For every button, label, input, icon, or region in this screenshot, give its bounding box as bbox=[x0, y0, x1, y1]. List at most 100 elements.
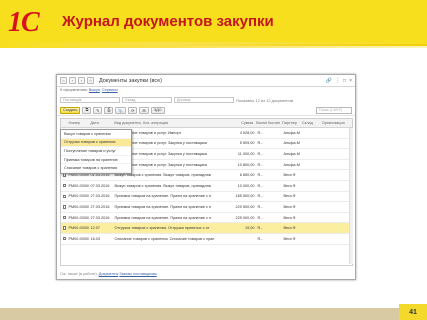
table-cell bbox=[268, 139, 282, 149]
refresh-button[interactable]: ⟳ bbox=[128, 106, 138, 114]
attach-button[interactable]: 📎 bbox=[115, 106, 127, 114]
table-cell: R... bbox=[257, 141, 264, 146]
edo-button[interactable]: ЭДО bbox=[150, 106, 165, 114]
document-icon bbox=[62, 215, 66, 220]
mail-button[interactable]: ✉ bbox=[139, 106, 149, 114]
table-cell: Отгрузка товаров с хранения. Отгрузка пр… bbox=[114, 226, 210, 231]
menu-item-writeoff[interactable]: Списание товаров с хранения bbox=[61, 164, 131, 173]
table-cell: Вега Ф bbox=[283, 236, 296, 241]
warehouse-filter[interactable]: Склад bbox=[122, 97, 172, 103]
col-warehouse[interactable]: Склад bbox=[300, 119, 320, 127]
forward-icon[interactable]: › bbox=[78, 77, 85, 84]
table-row[interactable]: РМ00-00000112.07 Отгрузка товаров с хране… bbox=[61, 223, 352, 234]
status-bar: Ож. также (в работе): Документы Заказы п… bbox=[60, 272, 157, 276]
table-row[interactable]: РМ00-00000107.03.2016 Выкуп товаров с хра… bbox=[61, 181, 352, 192]
menu-item-receipt[interactable]: Поступление товаров и услуг bbox=[61, 147, 131, 156]
table-cell bbox=[268, 213, 282, 223]
menu-icon[interactable]: ⋮ bbox=[335, 78, 340, 84]
close-icon[interactable]: × bbox=[349, 78, 352, 84]
menu-item-buyout[interactable]: Выкуп товаров с хранения bbox=[61, 130, 131, 139]
document-icon bbox=[62, 184, 66, 188]
table-cell: 07.03.2016 bbox=[90, 183, 110, 188]
footer-band bbox=[0, 308, 427, 320]
document-icon bbox=[62, 226, 66, 230]
contract-filter[interactable]: Договор bbox=[174, 97, 234, 103]
table-cell: РМ00-000003 bbox=[68, 194, 90, 199]
table-cell: Списание товаров с хранения. Списание то… bbox=[114, 236, 215, 241]
status-link-documents[interactable]: Документы bbox=[99, 272, 119, 276]
col-partner[interactable]: Партнер bbox=[281, 119, 301, 127]
table-cell: R... bbox=[257, 226, 264, 231]
table-cell bbox=[268, 202, 282, 212]
slide-title: Журнал документов закупки bbox=[62, 13, 274, 30]
table-cell: Вега Ф bbox=[283, 226, 296, 231]
document-icon bbox=[62, 194, 66, 199]
table-cell: 229 500,00 bbox=[235, 204, 255, 209]
vertical-scrollbar[interactable] bbox=[349, 128, 353, 264]
table-cell: Приемка товаров на хранение. Прием на хр… bbox=[114, 204, 212, 209]
table-cell bbox=[268, 128, 282, 138]
menu-item-shipment[interactable]: Отгрузка товаров с хранения bbox=[61, 138, 131, 148]
col-doc-type[interactable]: Вид документа, Хоз. операция bbox=[113, 119, 227, 127]
print-button[interactable]: ⎙ bbox=[104, 106, 114, 114]
link-icon[interactable]: 🔗 bbox=[326, 78, 332, 84]
logo-1c: 1С bbox=[8, 7, 40, 38]
table-cell: R... bbox=[257, 130, 264, 135]
table-cell: R... bbox=[257, 151, 264, 156]
table-cell: R... bbox=[257, 236, 264, 241]
table-row[interactable]: РМ00-00000327.03.2016 Приемка товаров на … bbox=[61, 192, 352, 203]
table-cell: 4 928,00 bbox=[239, 130, 255, 135]
to-process-links: К оформлению: Выкуп, Сервисы bbox=[60, 88, 118, 92]
document-icon bbox=[62, 205, 66, 209]
create-dropdown-menu: Выкуп товаров с хранения Отгрузка товаро… bbox=[60, 129, 132, 174]
home-icon[interactable]: ⌂ bbox=[60, 77, 67, 84]
col-cost[interactable]: Костин bbox=[267, 119, 281, 127]
star-icon[interactable]: ☆ bbox=[87, 77, 94, 84]
col-org[interactable]: Организация bbox=[320, 119, 352, 127]
link-services[interactable]: Сервисы bbox=[102, 88, 118, 92]
status-link-orders[interactable]: Заказы поставщикам bbox=[119, 272, 156, 276]
filter-bar: Поставщик Склад Договор Показаны 12 из 1… bbox=[57, 95, 355, 105]
table-cell: Приемка товаров на хранение. Прием на хр… bbox=[114, 215, 212, 220]
table-cell: Альфа-М bbox=[283, 130, 300, 135]
title-band: 1С Журнал документов закупки bbox=[0, 0, 427, 48]
table-cell bbox=[228, 234, 256, 244]
table-cell: R... bbox=[257, 204, 264, 209]
table-cell: РМ00-000001 bbox=[68, 183, 90, 188]
table-cell: Вега Ф bbox=[283, 215, 296, 220]
create-button[interactable]: Создать bbox=[60, 106, 81, 114]
table-cell: 27.03.2016 bbox=[90, 194, 110, 199]
table-cell: R... bbox=[257, 215, 264, 220]
edit-button[interactable]: ✎ bbox=[93, 106, 103, 114]
table-cell: 27.03.2016 bbox=[90, 215, 110, 220]
table-cell: Альфа-М bbox=[283, 162, 300, 167]
col-number[interactable]: Номер bbox=[67, 119, 89, 127]
link-buyout[interactable]: Выкуп bbox=[89, 88, 100, 92]
menu-item-acceptance[interactable]: Приемка товаров на хранение bbox=[61, 156, 131, 165]
table-row[interactable]: РМ00-00000116.03 Списание товаров с хране… bbox=[61, 234, 352, 245]
table-cell: Вега Ф bbox=[283, 194, 296, 199]
table-cell: 27.03.2016 bbox=[90, 204, 110, 209]
table-cell: Вега Ф bbox=[283, 204, 296, 209]
table-row[interactable]: РМ00-00000127.03.2016 Приемка товаров на … bbox=[61, 213, 352, 224]
window-titlebar: ⌂ ‹ › ☆ Документы закупки (все) 🔗 ⋮ □ × bbox=[57, 75, 355, 87]
table-cell: Выкуп товаров с хранения. Выкуп товаров,… bbox=[114, 183, 212, 188]
search-input[interactable]: Поиск (Ctrl+F) bbox=[316, 106, 352, 114]
table-cell: 12.07 bbox=[90, 226, 101, 231]
col-currency[interactable]: Валюта bbox=[255, 119, 266, 127]
filter-summary: Показаны 12 из 12 документов bbox=[236, 97, 294, 103]
back-icon[interactable]: ‹ bbox=[69, 77, 76, 84]
table-cell bbox=[268, 223, 282, 233]
col-sum[interactable]: Сумма bbox=[227, 119, 255, 127]
toolbar: Создать ⧉ ✎ ⎙ 📎 ⟳ ✉ ЭДО Поиск (Ctrl+F) bbox=[57, 105, 355, 116]
col-date[interactable]: Дата bbox=[89, 119, 113, 127]
table-cell: R... bbox=[257, 162, 264, 167]
table-cell bbox=[268, 160, 282, 170]
table-cell: 5 509,00 bbox=[239, 141, 255, 146]
copy-button[interactable]: ⧉ bbox=[82, 106, 92, 114]
presentation-slide: 1С Журнал документов закупки ⌂ ‹ › ☆ Док… bbox=[0, 0, 427, 320]
maximize-icon[interactable]: □ bbox=[343, 78, 346, 84]
supplier-filter[interactable]: Поставщик bbox=[60, 97, 120, 103]
table-row[interactable]: РМ00-00000227.03.2016 Приемка товаров на … bbox=[61, 202, 352, 213]
table-cell: Вега Ф bbox=[283, 173, 296, 178]
